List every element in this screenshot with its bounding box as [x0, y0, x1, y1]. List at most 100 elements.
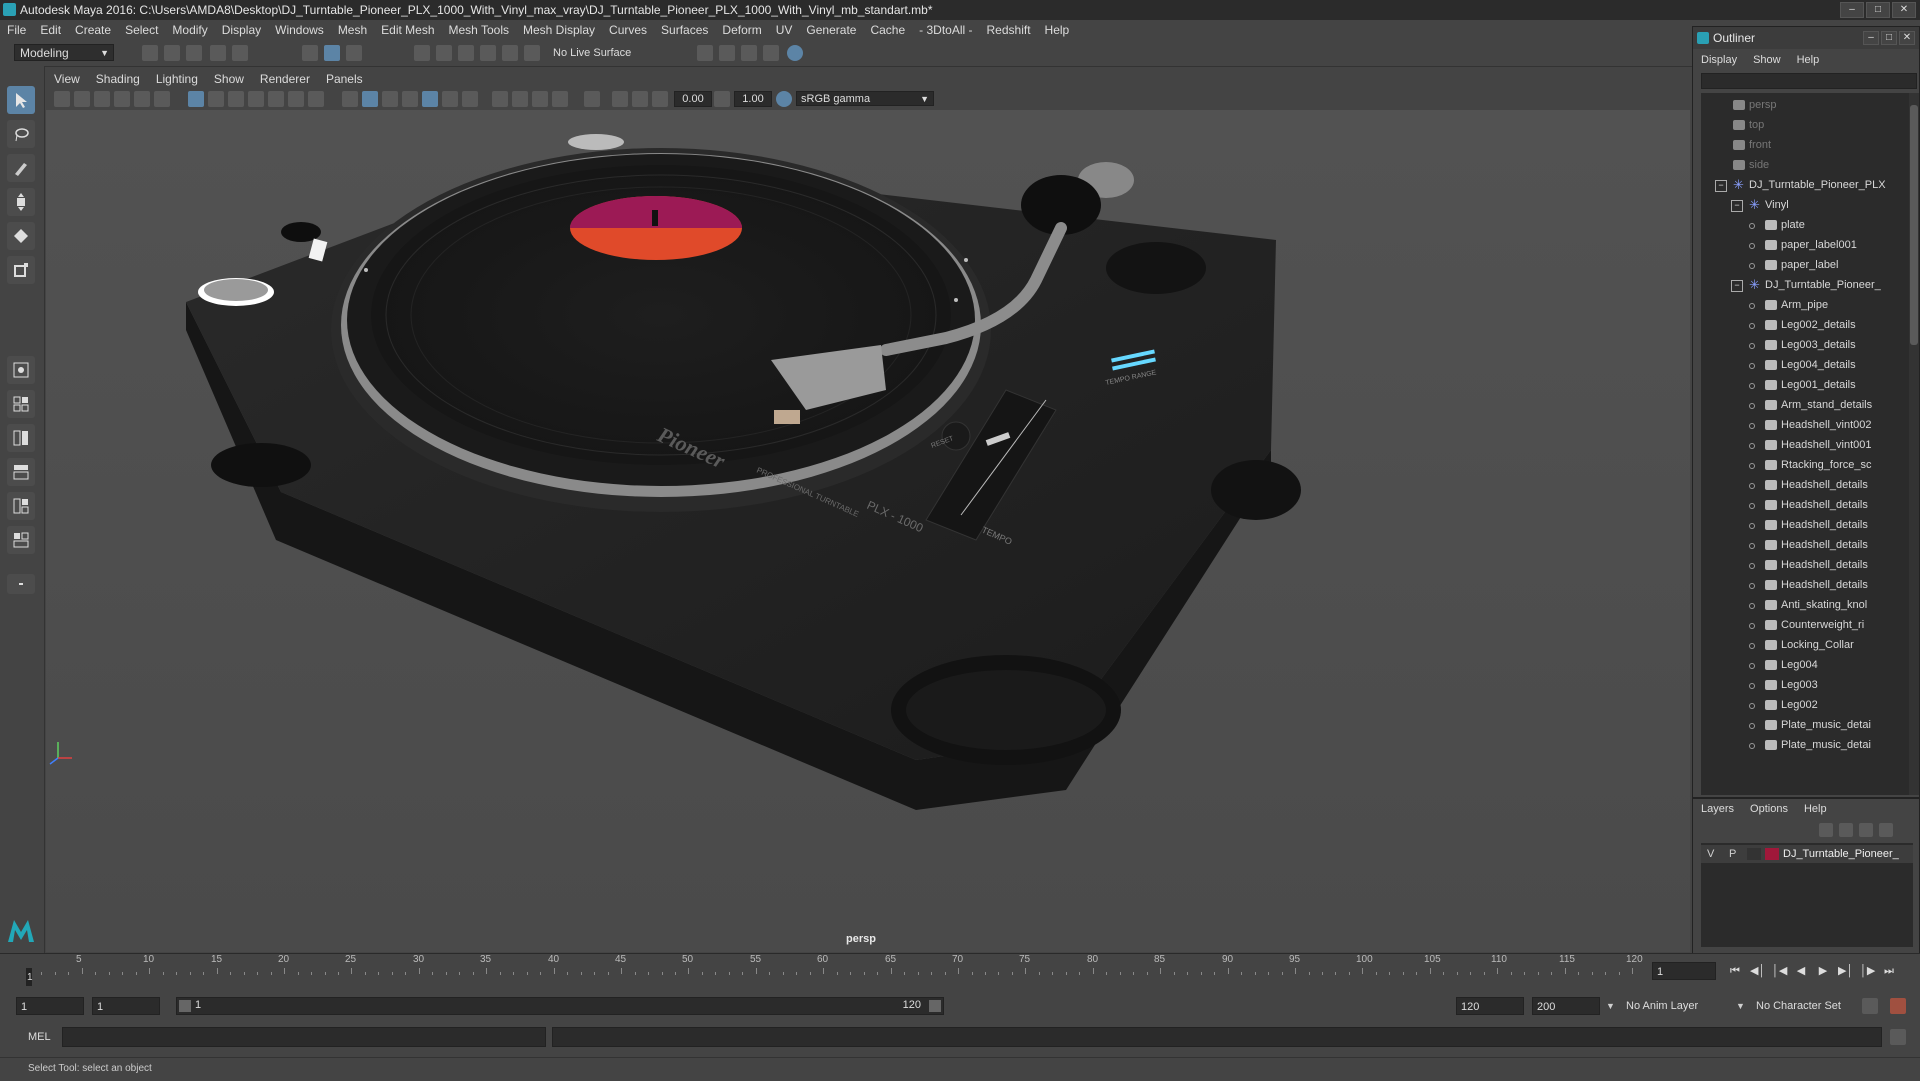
outliner-scrollbar[interactable]	[1909, 93, 1919, 795]
render-view-icon[interactable]	[787, 45, 803, 61]
layer-playback-toggle[interactable]: P	[1729, 845, 1736, 863]
step-forward-key-icon[interactable]: │▶	[1860, 964, 1875, 978]
go-to-start-icon[interactable]: ⏮	[1728, 964, 1742, 978]
xray-components-icon[interactable]	[632, 91, 648, 107]
command-language-label[interactable]: MEL	[28, 1031, 51, 1043]
menu-mesh-tools[interactable]: Mesh Tools	[442, 23, 516, 37]
move-tool[interactable]	[7, 188, 35, 216]
menu-windows[interactable]: Windows	[268, 23, 331, 37]
layer-name[interactable]: DJ_Turntable_Pioneer_	[1783, 845, 1899, 863]
go-to-end-icon[interactable]: ⏭	[1882, 964, 1896, 978]
depth-of-field-icon[interactable]	[552, 91, 568, 107]
custom-layout-button[interactable]	[7, 574, 35, 594]
bookmark-icon[interactable]	[94, 91, 110, 107]
resolution-gate-icon[interactable]	[228, 91, 244, 107]
default-material-icon[interactable]	[382, 91, 398, 107]
new-layer-selected-icon[interactable]	[1879, 823, 1893, 837]
hypershade-layout[interactable]	[7, 526, 35, 554]
viewport-menu-lighting[interactable]: Lighting	[148, 72, 206, 86]
layer-display-type[interactable]	[1747, 848, 1761, 860]
side-by-side-layout[interactable]	[7, 424, 35, 452]
color-management-icon[interactable]	[776, 91, 792, 107]
rotate-tool[interactable]	[7, 222, 35, 250]
gate-mask-icon[interactable]	[248, 91, 264, 107]
play-forwards-icon[interactable]: ▶	[1816, 964, 1830, 978]
snap-surface-icon[interactable]	[502, 45, 518, 61]
layer-menu-options[interactable]: Options	[1742, 799, 1796, 819]
gamma-field[interactable]: 1.00	[734, 91, 772, 107]
menu-select[interactable]: Select	[118, 23, 165, 37]
preferences-icon[interactable]	[1890, 998, 1906, 1014]
perspective-viewport[interactable]: Pioneer PROFESSIONAL TURNTABLE PLX - 100…	[46, 110, 1690, 952]
menu-display[interactable]: Display	[215, 23, 268, 37]
ipr-render-icon[interactable]	[719, 45, 735, 61]
new-scene-icon[interactable]	[142, 45, 158, 61]
hypershade-icon[interactable]	[763, 45, 779, 61]
select-camera-icon[interactable]	[54, 91, 70, 107]
xray-joints-icon[interactable]	[612, 91, 628, 107]
select-hierarchy-icon[interactable]	[302, 45, 318, 61]
snap-point-icon[interactable]	[458, 45, 474, 61]
layer-menu-layers[interactable]: Layers	[1693, 799, 1742, 819]
grid-icon[interactable]	[188, 91, 204, 107]
layer-menu-help[interactable]: Help	[1796, 799, 1835, 819]
menu-create[interactable]: Create	[68, 23, 118, 37]
anti-aliasing-icon[interactable]	[532, 91, 548, 107]
outliner-maximize-button[interactable]: □	[1881, 31, 1897, 45]
wireframe-icon[interactable]	[342, 91, 358, 107]
menu-deform[interactable]: Deform	[715, 23, 768, 37]
exposure-field[interactable]: 0.00	[674, 91, 712, 107]
snap-curve-icon[interactable]	[436, 45, 452, 61]
smooth-shade-icon[interactable]	[362, 91, 378, 107]
menu-modify[interactable]: Modify	[165, 23, 214, 37]
lasso-tool[interactable]	[7, 120, 35, 148]
move-layer-down-icon[interactable]	[1839, 823, 1853, 837]
isolate-select-icon[interactable]	[584, 91, 600, 107]
range-start-handle[interactable]	[179, 1000, 191, 1012]
live-surface-field[interactable]: No Live Surface	[553, 45, 653, 61]
outliner-search-field[interactable]	[1701, 73, 1917, 89]
select-component-icon[interactable]	[346, 45, 362, 61]
menu-3dtoall[interactable]: - 3DtoAll -	[912, 23, 979, 37]
current-frame-field[interactable]: 1	[1652, 962, 1716, 980]
mode-selector[interactable]: Modeling ▼	[14, 44, 114, 61]
menu-surfaces[interactable]: Surfaces	[654, 23, 715, 37]
viewport-menu-show[interactable]: Show	[206, 72, 252, 86]
menu-cache[interactable]: Cache	[863, 23, 912, 37]
time-slider[interactable]: 5 10 15 20 25 30 35 40 45 50 55 60 65 70 75 80 85 90 95 100…	[0, 953, 1920, 994]
command-input[interactable]	[62, 1027, 546, 1047]
field-chart-icon[interactable]	[268, 91, 284, 107]
menu-redshift[interactable]: Redshift	[980, 23, 1038, 37]
select-tool[interactable]	[7, 86, 35, 114]
minimize-button[interactable]: –	[1840, 2, 1864, 18]
exposure-icon[interactable]	[652, 91, 668, 107]
outliner-minimize-button[interactable]: –	[1863, 31, 1879, 45]
menu-edit[interactable]: Edit	[33, 23, 68, 37]
motion-blur-icon[interactable]	[512, 91, 528, 107]
menu-edit-mesh[interactable]: Edit Mesh	[374, 23, 441, 37]
menu-mesh[interactable]: Mesh	[331, 23, 374, 37]
scale-tool[interactable]	[7, 256, 35, 284]
step-back-frame-icon[interactable]: │◀	[1772, 964, 1787, 978]
auto-key-icon[interactable]	[1862, 998, 1878, 1014]
render-settings-icon[interactable]	[741, 45, 757, 61]
viewport-menu-view[interactable]: View	[46, 72, 88, 86]
collapse-toggle-icon[interactable]: −	[1715, 180, 1727, 192]
render-frame-icon[interactable]	[697, 45, 713, 61]
screen-space-ao-icon[interactable]	[492, 91, 508, 107]
outliner-menu-help[interactable]: Help	[1789, 51, 1828, 69]
chevron-down-icon[interactable]: ▼	[1606, 1001, 1615, 1011]
undo-icon[interactable]	[210, 45, 226, 61]
safe-title-icon[interactable]	[308, 91, 324, 107]
viewport-menu-panels[interactable]: Panels	[318, 72, 371, 86]
viewport-menu-shading[interactable]: Shading	[88, 72, 148, 86]
playback-end-field[interactable]: 120	[1456, 997, 1524, 1015]
save-scene-icon[interactable]	[186, 45, 202, 61]
new-layer-icon[interactable]	[1859, 823, 1873, 837]
select-object-icon[interactable]	[324, 45, 340, 61]
chevron-down-icon[interactable]: ▼	[1736, 1001, 1745, 1011]
menu-uv[interactable]: UV	[769, 23, 800, 37]
move-layer-up-icon[interactable]	[1819, 823, 1833, 837]
four-view-layout[interactable]	[7, 390, 35, 418]
maximize-button[interactable]: □	[1866, 2, 1890, 18]
